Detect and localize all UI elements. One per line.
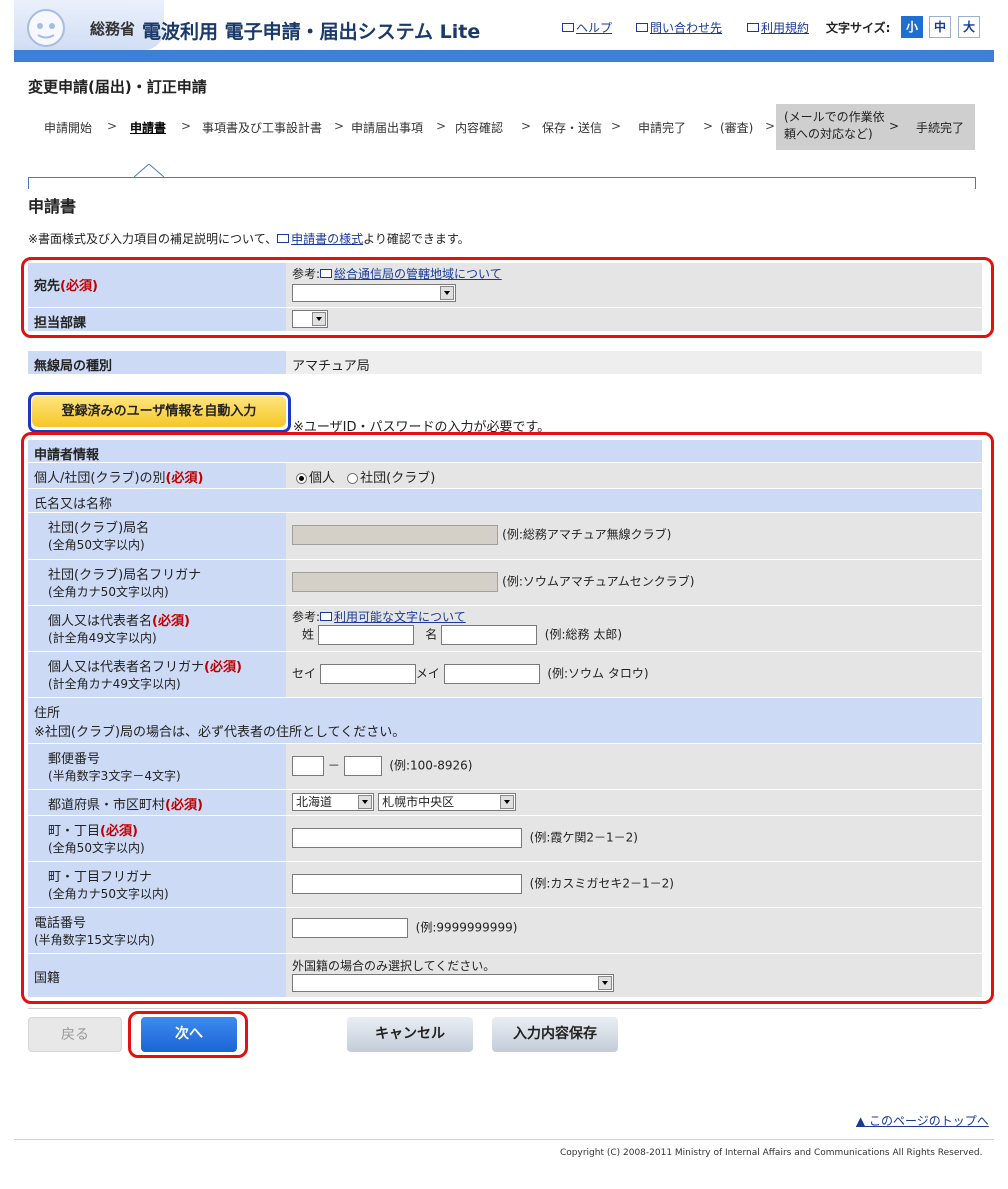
copyright: Copyright (C) 2008-2011 Ministry of Inte…: [560, 1148, 983, 1158]
step-arrow: >: [611, 119, 622, 133]
font-size-label: 文字サイズ:: [826, 21, 891, 35]
footer-rule: [14, 1139, 994, 1140]
step-mail: (メールでの作業依頼への対応など): [784, 110, 885, 141]
step-arrow: >: [765, 119, 776, 133]
step-arrow: >: [703, 119, 714, 133]
save-draft-button[interactable]: 入力内容保存: [492, 1017, 618, 1052]
section-title: 申請書: [28, 197, 77, 216]
tab-rule: [28, 177, 976, 189]
step-items: 申請届出事項: [351, 121, 424, 135]
help-link[interactable]: ヘルプ: [562, 19, 612, 36]
step-send: 保存・送信: [542, 121, 603, 135]
cancel-button[interactable]: キャンセル: [347, 1017, 473, 1052]
step-arrow: >: [521, 119, 532, 133]
step-indicator: 申請開始 > 申請書 > 事項書及び工事設計書 > 申請届出事項 > 内容確認 …: [28, 104, 976, 150]
highlight-applicant: [21, 432, 994, 1004]
font-size-large-button[interactable]: 大: [958, 16, 980, 38]
page-top-link[interactable]: ▲ このページのトップへ: [856, 1112, 989, 1129]
station-value: アマチュア局: [286, 351, 982, 375]
step-design: 事項書及び工事設計書: [202, 121, 323, 135]
step-arrow: >: [889, 119, 900, 133]
page-title: 変更申請(届出)・訂正申請: [28, 78, 207, 96]
step-arrow: >: [436, 119, 447, 133]
step-review: (審査): [720, 121, 754, 135]
step-current: 申請書: [130, 121, 167, 135]
header: 総務省 電波利用 電子申請・届出システム Lite ヘルプ 問い合わせ先 利用規…: [14, 0, 994, 62]
step-done: 手続完了: [916, 121, 965, 135]
form-note: ※書面様式及び入力項目の補足説明について、 申請書の様式より確認できます。: [28, 232, 470, 246]
step-arrow: >: [107, 119, 118, 133]
divider: [28, 1008, 982, 1009]
step-arrow: >: [181, 119, 192, 133]
triangle-up-icon: ▲: [856, 1114, 870, 1128]
step-start: 申請開始: [44, 121, 93, 135]
step-final-box: (メールでの作業依頼への対応など) > 手続完了: [776, 104, 975, 150]
window-icon: [747, 23, 759, 32]
step-complete: 申請完了: [638, 121, 687, 135]
window-icon: [636, 23, 648, 32]
station-label: 無線局の種別: [28, 351, 286, 375]
window-icon: [277, 234, 290, 243]
step-arrow: >: [334, 119, 345, 133]
terms-link[interactable]: 利用規約: [747, 19, 809, 36]
back-button[interactable]: 戻る: [28, 1017, 122, 1052]
highlight-destination: [21, 257, 994, 338]
step-pointer: [134, 164, 164, 178]
window-icon: [562, 23, 574, 32]
header-bar: [14, 50, 994, 62]
highlight-next: [128, 1011, 248, 1058]
highlight-autofill: [28, 392, 291, 433]
ministry-label: 総務省: [90, 20, 136, 38]
contact-link[interactable]: 問い合わせ先: [636, 19, 722, 36]
system-title: 電波利用 電子申請・届出システム Lite: [142, 21, 481, 43]
station-row: 無線局の種別 アマチュア局: [28, 351, 982, 375]
step-confirm: 内容確認: [455, 121, 504, 135]
form-style-link[interactable]: 申請書の様式: [277, 232, 363, 246]
font-size-small-button[interactable]: 小: [901, 16, 923, 38]
font-size-medium-button[interactable]: 中: [929, 16, 951, 38]
